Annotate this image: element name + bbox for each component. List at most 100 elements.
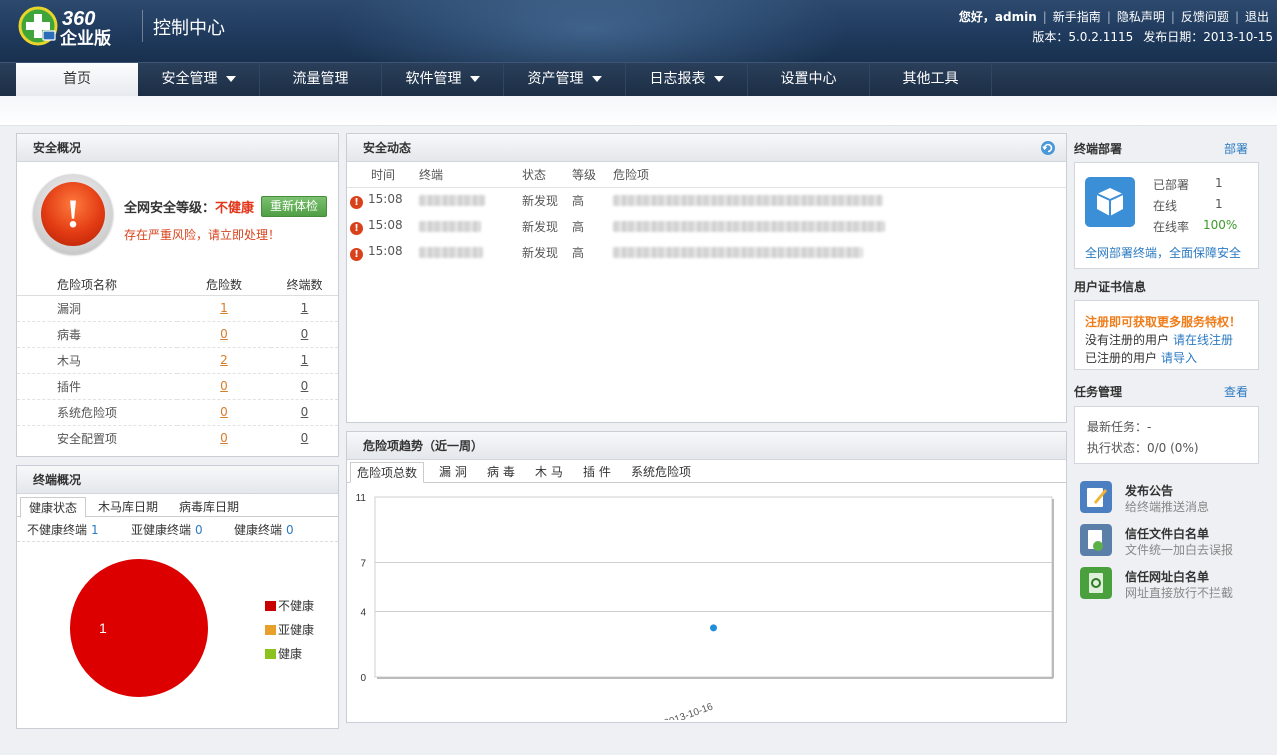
risk-count-link[interactable]: 1 [220,301,228,315]
cert-box: 注册即可获取更多服务特权！ 没有注册的用户 请在线注册 已注册的用户 请导入 [1074,300,1259,370]
table-row[interactable]: ! 15:08 新发现 高 [347,239,1066,265]
terminal-stats: 不健康终端 1 亚健康终端 0 健康终端 0 [17,518,338,542]
tab-vulnerability[interactable]: 漏 洞 [433,462,473,483]
redacted-risk-item [613,221,885,232]
table-row[interactable]: ! 15:08 新发现 高 [347,187,1066,213]
warning-icon: ! [350,221,363,235]
table-row[interactable]: ! 15:08 新发现 高 [347,213,1066,239]
table-row: 系统危险项 0 0 [17,399,338,426]
column-header: 终端数 [271,275,338,296]
tab-virus-db-date[interactable]: 病毒库日期 [171,497,247,518]
trend-chart: 0 4 7 11 2013-10-16 [356,493,1054,720]
security-overview-panel: 安全概况 ! 全网安全等级：不健康 重新体检 存在严重风险，请立即处理！ 危险项… [16,133,339,457]
table-row: 安全配置项 0 0 [57,431,309,446]
publish-notice-action[interactable]: 发布公告 给终端推送消息 [1080,481,1270,517]
nav-traffic[interactable]: 流量管理 [260,63,382,97]
redacted-risk-item [613,247,863,258]
risk-count-link[interactable]: 2 [220,353,228,367]
trust-file-whitelist-action[interactable]: 信任文件白名单 文件统一加白去误报 [1080,524,1270,560]
recheck-button[interactable]: 重新体检 [261,196,327,217]
privacy-link[interactable]: 隐私声明 [1117,10,1165,24]
panel-title: 危险项趋势（近一周） [347,432,1066,460]
terminal-count-link[interactable]: 1 [301,301,309,315]
guide-link[interactable]: 新手指南 [1053,10,1101,24]
nav-security[interactable]: 安全管理 [138,63,260,97]
feedback-link[interactable]: 反馈问题 [1181,10,1229,24]
online-count: 1 [1215,197,1223,211]
logo: 360 企业版 [18,6,111,47]
redacted-risk-item [613,195,883,207]
tab-virus[interactable]: 病 毒 [481,462,521,483]
header: 360 企业版 控制中心 您好，admin | 新手指南 | 隐私声明 | 反馈问题 | 退出 … [0,0,1277,62]
tab-plugin[interactable]: 插 件 [577,462,617,483]
nav-software[interactable]: 软件管理 [382,63,504,97]
panel-title: 安全概况 [17,134,338,162]
security-level: 全网安全等级：不健康 [124,201,255,216]
risk-count-link[interactable]: 0 [220,405,228,419]
column-header: 状态 [522,163,572,188]
url-shield-icon [1080,567,1112,599]
tab-health-status[interactable]: 健康状态 [20,497,87,518]
terminal-count-link[interactable]: 0 [301,431,309,445]
logout-link[interactable]: 退出 [1245,10,1269,24]
online-rate: 100% [1203,218,1238,232]
terminal-count-link[interactable]: 0 [301,405,309,419]
stat-subhealthy: 亚健康终端 0 [131,523,203,537]
nav-assets[interactable]: 资产管理 [504,63,626,97]
deploy-link[interactable]: 部署 [1224,140,1248,157]
tab-system-risk[interactable]: 系统危险项 [625,462,697,483]
terminal-count-link[interactable]: 0 [301,327,309,341]
terminal-tabs: 健康状态 木马库日期 病毒库日期 [17,495,338,518]
tab-total[interactable]: 危险项总数 [350,462,425,483]
chevron-down-icon [713,76,724,82]
terminal-count-link[interactable]: 0 [301,379,309,393]
sub-bar [0,96,1277,126]
tab-trojan-db-date[interactable]: 木马库日期 [90,497,166,518]
register-online-link[interactable]: 请在线注册 [1173,333,1233,347]
nav-logs[interactable]: 日志报表 [626,63,748,97]
deploy-all-link[interactable]: 全网部署终端，全面保障安全 [1085,244,1241,261]
chevron-down-icon [225,76,236,82]
legend-item: 不健康 [265,594,314,618]
tab-trojan[interactable]: 木 马 [529,462,569,483]
task-box: 最新任务：- 执行状态：0/0 (0%) [1074,406,1259,464]
security-events-panel: 安全动态 时间 终端 状态 等级 危险项 ! 15:08 新发现 高 ! 15:08… [346,133,1067,423]
column-header: 危险数 [177,275,271,296]
nav-tools[interactable]: 其他工具 [870,63,992,97]
version-info: 版本：5.0.2.1115 发布日期：2013-10-15 [1022,28,1273,45]
deploy-title: 终端部署 [1074,142,1123,156]
risk-count-link[interactable]: 0 [220,379,228,393]
health-pie-chart: 1 [70,559,208,697]
table-row: 插件 0 0 [17,373,338,400]
logo-text-top: 360 [62,8,95,30]
risk-trend-panel: 危险项趋势（近一周） 危险项总数 漏 洞 病 毒 木 马 插 件 系统危险项 0… [346,431,1067,723]
logo-text-bottom: 企业版 [59,28,111,47]
nav-settings[interactable]: 设置中心 [748,63,870,97]
latest-task: 最新任务：- [1087,420,1152,434]
legend-swatch [265,601,276,611]
task-title: 任务管理 [1074,385,1123,399]
stat-unhealthy: 不健康终端 1 [27,523,99,537]
import-cert-link[interactable]: 请导入 [1161,351,1197,365]
y-tick-label: 11 [356,493,367,504]
file-shield-icon [1080,524,1112,556]
warning-icon: ! [350,247,363,261]
risk-count-link[interactable]: 0 [220,327,228,341]
column-header: 危险项 [613,163,1066,188]
nav-home[interactable]: 首页 [16,63,138,97]
risk-count-link[interactable]: 0 [220,431,228,445]
pie-slice-unhealthy [70,559,208,697]
alert-icon: ! [33,174,113,254]
table-row: 木马 2 1 [17,347,338,374]
refresh-icon[interactable] [1040,140,1056,156]
trust-url-whitelist-action[interactable]: 信任网址白名单 网址直接放行不拦截 [1080,567,1270,603]
app-title: 控制中心 [153,18,225,39]
y-tick-label: 0 [360,673,366,684]
task-view-link[interactable]: 查看 [1224,383,1248,400]
deployed-count: 1 [1215,176,1223,190]
column-header: 等级 [572,163,613,188]
terminal-count-link[interactable]: 1 [301,353,309,367]
task-status: 执行状态：0/0 (0%) [1087,441,1199,455]
trend-tabs: 危险项总数 漏 洞 病 毒 木 马 插 件 系统危险项 [347,461,1066,483]
table-row: 漏洞 1 1 [17,295,338,322]
